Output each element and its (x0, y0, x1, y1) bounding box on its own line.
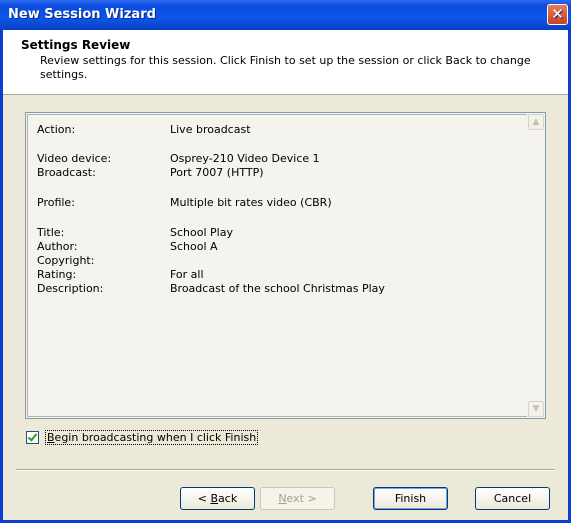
setting-value: School A (170, 240, 218, 253)
begin-broadcasting-checkbox[interactable] (26, 431, 39, 444)
page-description: Review settings for this session. Click … (40, 54, 531, 81)
vertical-scrollbar[interactable]: ▲ ▼ (528, 114, 544, 417)
back-prefix: < (197, 492, 211, 505)
setting-row-profile: Profile: Multiple bit rates video (CBR) (37, 196, 332, 210)
wizard-header: Settings Review Review settings for this… (3, 30, 568, 95)
title-bar[interactable]: New Session Wizard ✕ (0, 0, 571, 30)
setting-label: Video device: (37, 152, 112, 165)
setting-row-broadcast: Broadcast: Port 7007 (HTTP) (37, 166, 264, 180)
window-title: New Session Wizard (8, 7, 156, 22)
setting-row-author: Author: School A (37, 240, 218, 254)
setting-label: Title: (37, 226, 65, 239)
wizard-window: New Session Wizard ✕ Settings Review Rev… (0, 0, 571, 523)
mnemonic-b: B (47, 431, 55, 444)
settings-summary-content: Action: Live broadcast Video device: Ospre… (27, 114, 527, 417)
begin-broadcasting-option[interactable]: Begin broadcasting when I click Finish (26, 430, 259, 445)
setting-row-description: Description: Broadcast of the school Chri… (37, 282, 385, 296)
next-label: ext > (286, 492, 317, 505)
setting-row-video-device: Video device: Osprey-210 Video Device 1 (37, 152, 320, 166)
finish-button[interactable]: Finish (373, 487, 448, 510)
setting-value: Live broadcast (170, 123, 251, 136)
setting-value: Port 7007 (HTTP) (170, 166, 264, 179)
setting-value: School Play (170, 226, 233, 239)
close-icon[interactable]: ✕ (547, 4, 568, 25)
button-separator (16, 469, 555, 471)
setting-label: Profile: (37, 196, 75, 209)
setting-row-title: Title: School Play (37, 226, 233, 240)
setting-label: Description: (37, 282, 104, 295)
setting-value: For all (170, 268, 204, 281)
next-button[interactable]: Next > (260, 487, 335, 510)
setting-row-rating: Rating: For all (37, 268, 204, 282)
settings-summary-list[interactable]: Action: Live broadcast Video device: Ospre… (25, 112, 546, 419)
begin-broadcasting-label[interactable]: Begin broadcasting when I click Finish (45, 430, 259, 445)
back-label: ack (218, 492, 238, 505)
setting-label: Rating: (37, 268, 77, 281)
setting-label: Copyright: (37, 254, 95, 267)
next-mnemonic: N (278, 492, 287, 505)
scroll-down-icon[interactable]: ▼ (528, 401, 544, 417)
setting-value: Broadcast of the school Christmas Play (170, 282, 385, 295)
back-button[interactable]: < Back (180, 487, 255, 510)
setting-label: Broadcast: (37, 166, 96, 179)
setting-value: Multiple bit rates video (CBR) (170, 196, 332, 209)
setting-label: Author: (37, 240, 78, 253)
setting-value: Osprey-210 Video Device 1 (170, 152, 320, 165)
setting-row-action: Action: Live broadcast (37, 123, 251, 137)
back-mnemonic: B (210, 492, 219, 505)
cancel-button[interactable]: Cancel (475, 487, 550, 510)
page-title: Settings Review (21, 38, 131, 52)
setting-row-copyright: Copyright: (37, 254, 170, 268)
label-text: egin broadcasting when I click Finish (54, 431, 257, 444)
scroll-up-icon[interactable]: ▲ (528, 114, 544, 130)
setting-label: Action: (37, 123, 76, 136)
